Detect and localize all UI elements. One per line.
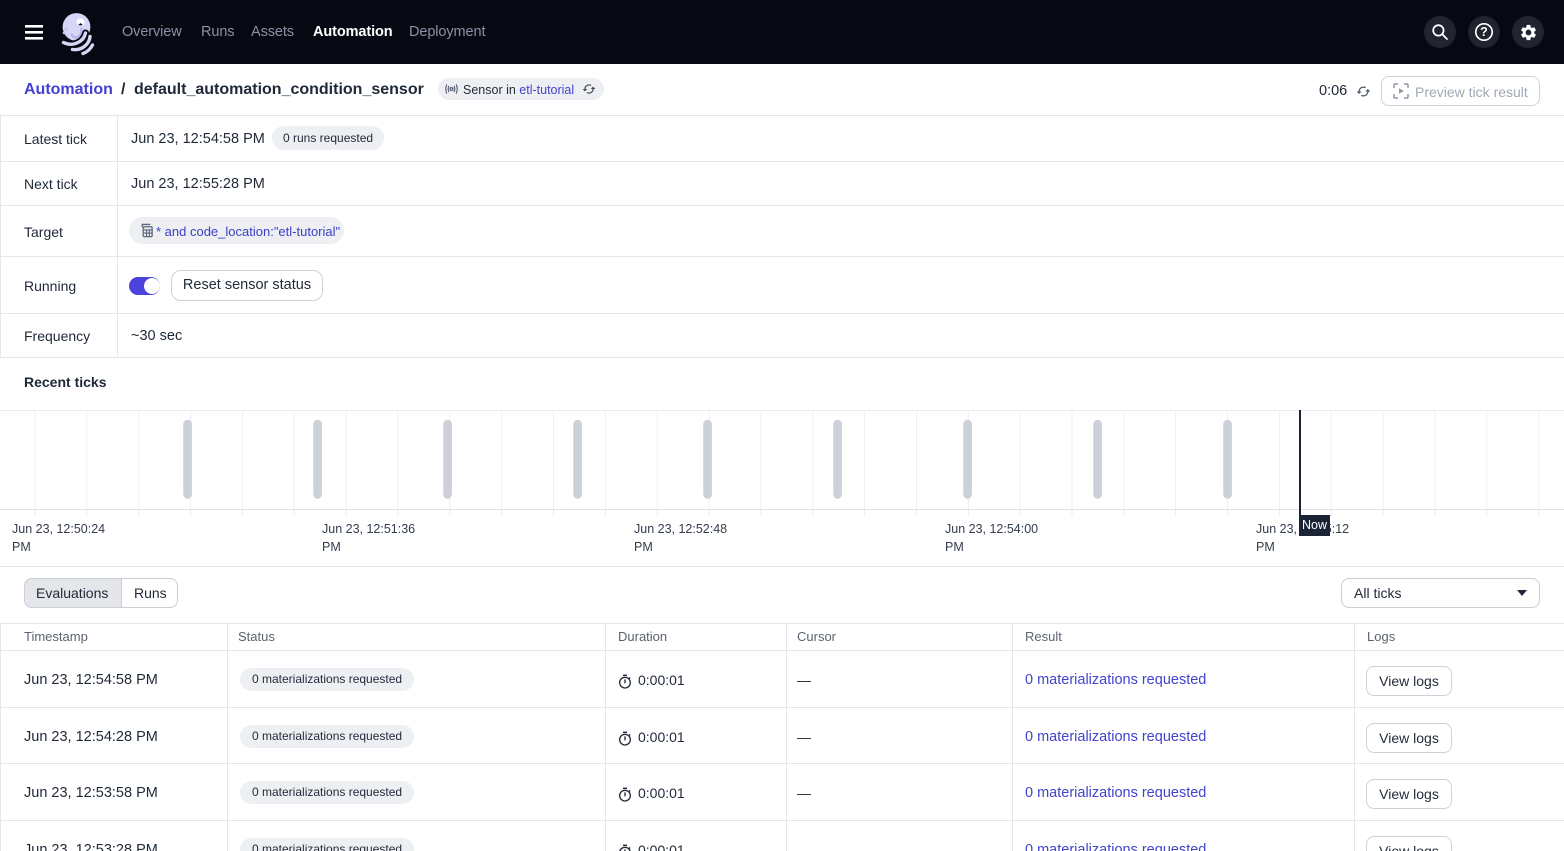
svg-text:?: ? [1480,25,1488,39]
